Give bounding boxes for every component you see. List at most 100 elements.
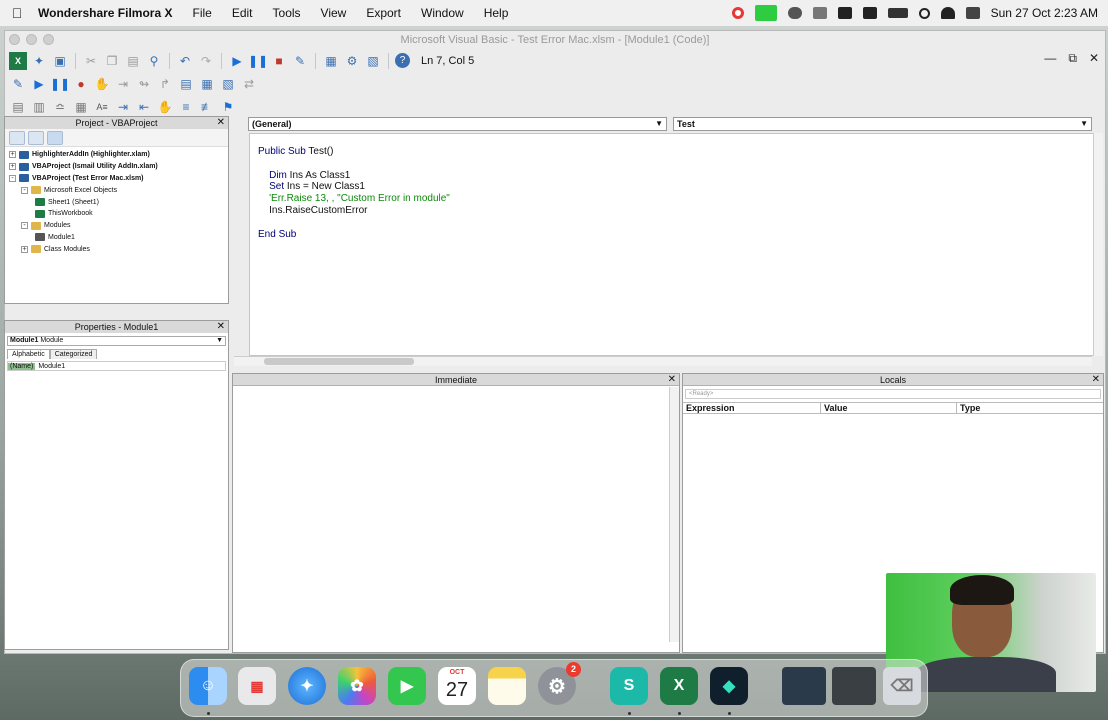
tree-node[interactable]: - Microsoft Excel Objects bbox=[9, 184, 224, 196]
uncomment-block-icon[interactable]: ≢ bbox=[198, 98, 216, 116]
toggle-breakpoint-icon-2[interactable]: ✋ bbox=[156, 98, 174, 116]
comment-block-icon[interactable]: ≡ bbox=[177, 98, 195, 116]
immediate-vertical-scrollbar[interactable] bbox=[669, 387, 679, 642]
immediate-window-icon[interactable]: ▦ bbox=[198, 75, 216, 93]
tree-node[interactable]: + VBAProject (Ismail Utility AddIn.xlam) bbox=[9, 161, 224, 173]
code-line[interactable]: Set Ins = New Class1 bbox=[258, 181, 1085, 193]
reset-icon[interactable]: ■ bbox=[270, 52, 288, 70]
watch-window-icon[interactable]: ▧ bbox=[219, 75, 237, 93]
view-object-icon[interactable] bbox=[28, 131, 44, 145]
expand-icon[interactable]: + bbox=[9, 163, 16, 171]
list-constants-icon[interactable]: ▥ bbox=[30, 98, 48, 116]
collapse-icon[interactable]: - bbox=[21, 186, 28, 194]
outdent-icon[interactable]: ⇤ bbox=[135, 98, 153, 116]
tab-alphabetic[interactable]: Alphabetic bbox=[7, 349, 50, 359]
menu-file[interactable]: File bbox=[192, 6, 211, 20]
menu-edit[interactable]: Edit bbox=[232, 6, 253, 20]
code-editor[interactable]: Public Sub Test() Dim Ins As Class1 Set … bbox=[249, 133, 1094, 356]
call-stack-icon[interactable]: ⇄ bbox=[240, 75, 258, 93]
filmora-icon[interactable]: ◆ bbox=[710, 667, 748, 705]
redo-icon[interactable]: ↷ bbox=[197, 52, 215, 70]
run-icon[interactable]: ▶ bbox=[228, 52, 246, 70]
close-icon[interactable]: ✕ bbox=[1092, 374, 1100, 386]
property-row-name[interactable]: (Name) Module1 bbox=[7, 361, 226, 371]
tree-node[interactable]: ThisWorkbook bbox=[9, 208, 224, 220]
close-window-icon[interactable] bbox=[9, 34, 20, 45]
code-scroll-thumb[interactable] bbox=[264, 358, 414, 365]
design-mode-icon[interactable]: ✎ bbox=[291, 52, 309, 70]
locals-window-icon[interactable]: ▤ bbox=[177, 75, 195, 93]
mdi-minimize-icon[interactable]: — bbox=[1044, 51, 1056, 66]
display-icon[interactable] bbox=[837, 7, 852, 19]
code-line[interactable]: Dim Ins As Class1 bbox=[258, 170, 1085, 182]
column-value[interactable]: Value bbox=[821, 403, 957, 413]
code-line[interactable] bbox=[258, 217, 1085, 229]
quick-info-icon[interactable]: ≏ bbox=[51, 98, 69, 116]
collapse-icon[interactable]: - bbox=[9, 174, 16, 182]
facetime-icon[interactable] bbox=[754, 5, 777, 21]
minimized-window-2-icon[interactable] bbox=[832, 667, 876, 705]
menubar-app-name[interactable]: Wondershare Filmora X bbox=[38, 6, 172, 20]
step-into-icon[interactable]: ⇥ bbox=[114, 75, 132, 93]
code-vertical-scrollbar[interactable] bbox=[1093, 133, 1103, 356]
apple-icon[interactable]:  bbox=[10, 5, 24, 21]
view-code-icon[interactable] bbox=[9, 131, 25, 145]
column-type[interactable]: Type bbox=[957, 403, 1103, 413]
code-line[interactable]: End Sub bbox=[258, 229, 1085, 241]
facetime-dock-icon[interactable]: ▶ bbox=[388, 667, 426, 705]
calendar-icon[interactable]: OCT 27 bbox=[438, 667, 476, 705]
zoom-window-icon[interactable] bbox=[43, 34, 54, 45]
code-line[interactable]: Ins.RaiseCustomError bbox=[258, 205, 1085, 217]
step-over-icon[interactable]: ↬ bbox=[135, 75, 153, 93]
object-selector[interactable]: Module1 Module ▼ bbox=[7, 336, 226, 346]
mdi-close-icon[interactable]: ✕ bbox=[1089, 51, 1099, 66]
system-settings-icon[interactable]: ⚙ 2 bbox=[538, 662, 581, 705]
cut-icon[interactable]: ✂ bbox=[82, 52, 100, 70]
close-icon[interactable]: ✕ bbox=[217, 117, 225, 129]
minimize-window-icon[interactable] bbox=[26, 34, 37, 45]
step-out-icon[interactable]: ↱ bbox=[156, 75, 174, 93]
tab-categorized[interactable]: Categorized bbox=[49, 349, 98, 359]
wifi-icon[interactable] bbox=[940, 7, 955, 19]
close-icon[interactable]: ✕ bbox=[217, 321, 225, 333]
parameter-info-icon[interactable]: ▦ bbox=[72, 98, 90, 116]
code-line[interactable]: Public Sub Test() bbox=[258, 146, 1085, 158]
mdi-restore-icon[interactable]: ⧉ bbox=[1068, 51, 1077, 66]
object-combo[interactable]: (General) ▼ bbox=[248, 117, 667, 131]
menu-window[interactable]: Window bbox=[421, 6, 464, 20]
paste-icon[interactable]: ▤ bbox=[124, 52, 142, 70]
code-line[interactable]: 'Err.Raise 13, , "Custom Error in module… bbox=[258, 193, 1085, 205]
mute-icon[interactable] bbox=[812, 7, 827, 19]
tree-node[interactable]: - VBAProject (Test Error Mac.xlsm) bbox=[9, 173, 224, 185]
photos-icon[interactable]: ✿ bbox=[338, 667, 376, 705]
reset-icon-2[interactable]: ● bbox=[72, 75, 90, 93]
collapse-icon[interactable]: - bbox=[21, 222, 28, 230]
finder-icon[interactable]: ☺ bbox=[189, 667, 227, 705]
property-value[interactable]: Module1 bbox=[35, 363, 65, 370]
toggle-folders-icon[interactable] bbox=[47, 131, 63, 145]
expand-icon[interactable]: + bbox=[21, 245, 28, 253]
safari-icon[interactable]: ✦ bbox=[288, 667, 326, 705]
complete-word-icon[interactable]: A≡ bbox=[93, 98, 111, 116]
menu-tools[interactable]: Tools bbox=[273, 6, 301, 20]
menu-help[interactable]: Help bbox=[484, 6, 509, 20]
tree-node[interactable]: - Modules bbox=[9, 220, 224, 232]
tree-node[interactable]: Module1 bbox=[9, 232, 224, 244]
undo-icon[interactable]: ↶ bbox=[176, 52, 194, 70]
tree-node[interactable]: Sheet1 (Sheet1) bbox=[9, 196, 224, 208]
break-icon-2[interactable]: ❚❚ bbox=[50, 75, 70, 93]
immediate-input[interactable] bbox=[233, 387, 669, 642]
minimized-window-1-icon[interactable] bbox=[782, 667, 826, 705]
excel-icon[interactable]: X bbox=[9, 51, 27, 70]
menubar-clock[interactable]: Sun 27 Oct 2:23 AM bbox=[991, 6, 1098, 20]
copy-icon[interactable]: ❐ bbox=[103, 52, 121, 70]
procedure-combo[interactable]: Test ▼ bbox=[673, 117, 1092, 131]
close-icon[interactable]: ✕ bbox=[668, 374, 676, 386]
control-center-icon[interactable] bbox=[965, 7, 980, 19]
cloud-icon[interactable] bbox=[787, 7, 802, 19]
toggle-breakpoint-icon[interactable]: ✋ bbox=[93, 75, 111, 93]
help-icon[interactable]: ? bbox=[395, 53, 410, 68]
expand-icon[interactable]: + bbox=[9, 151, 16, 159]
indent-icon[interactable]: ⇥ bbox=[114, 98, 132, 116]
launchpad-icon[interactable]: ▦ bbox=[238, 667, 276, 705]
